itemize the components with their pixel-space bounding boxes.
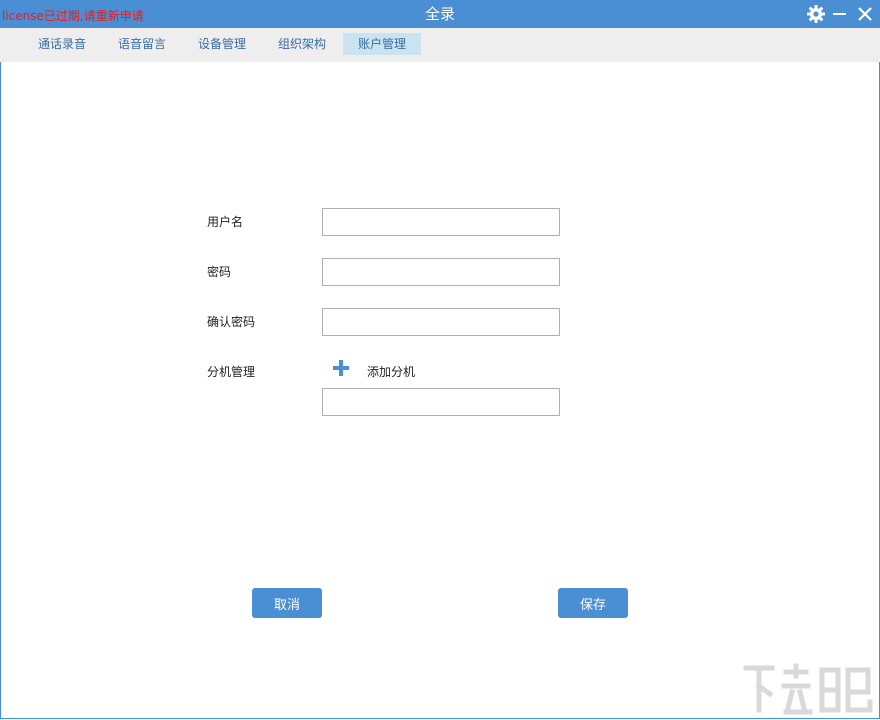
username-input[interactable]: [322, 208, 560, 236]
plus-icon: [332, 359, 350, 377]
cancel-button[interactable]: 取消: [252, 588, 322, 618]
username-label: 用户名: [207, 213, 243, 230]
tab-account-management[interactable]: 账户管理: [343, 33, 421, 55]
settings-button[interactable]: [806, 4, 826, 24]
password-input[interactable]: [322, 258, 560, 286]
confirm-password-label: 确认密码: [207, 313, 255, 330]
gear-icon: [806, 4, 826, 24]
tab-bar: 通话录音 语音留言 设备管理 组织架构 账户管理: [0, 28, 880, 62]
tab-voice-message[interactable]: 语音留言: [103, 33, 181, 55]
confirm-password-input[interactable]: [322, 308, 560, 336]
close-icon: [855, 4, 875, 24]
extension-management-label: 分机管理: [207, 363, 255, 380]
title-bar: license已过期,请重新申请 全录: [0, 0, 880, 28]
minimize-button[interactable]: [830, 4, 850, 24]
watermark-logo: [742, 662, 874, 718]
save-button[interactable]: 保存: [558, 588, 628, 618]
close-button[interactable]: [855, 4, 875, 24]
password-label: 密码: [207, 263, 231, 280]
minimize-icon: [830, 4, 850, 24]
tab-call-recording[interactable]: 通话录音: [23, 33, 101, 55]
tab-organization[interactable]: 组织架构: [263, 33, 341, 55]
window-title: 全录: [0, 3, 880, 24]
extension-input[interactable]: [322, 388, 560, 416]
add-extension-label: 添加分机: [367, 363, 415, 380]
tab-device-management[interactable]: 设备管理: [183, 33, 261, 55]
